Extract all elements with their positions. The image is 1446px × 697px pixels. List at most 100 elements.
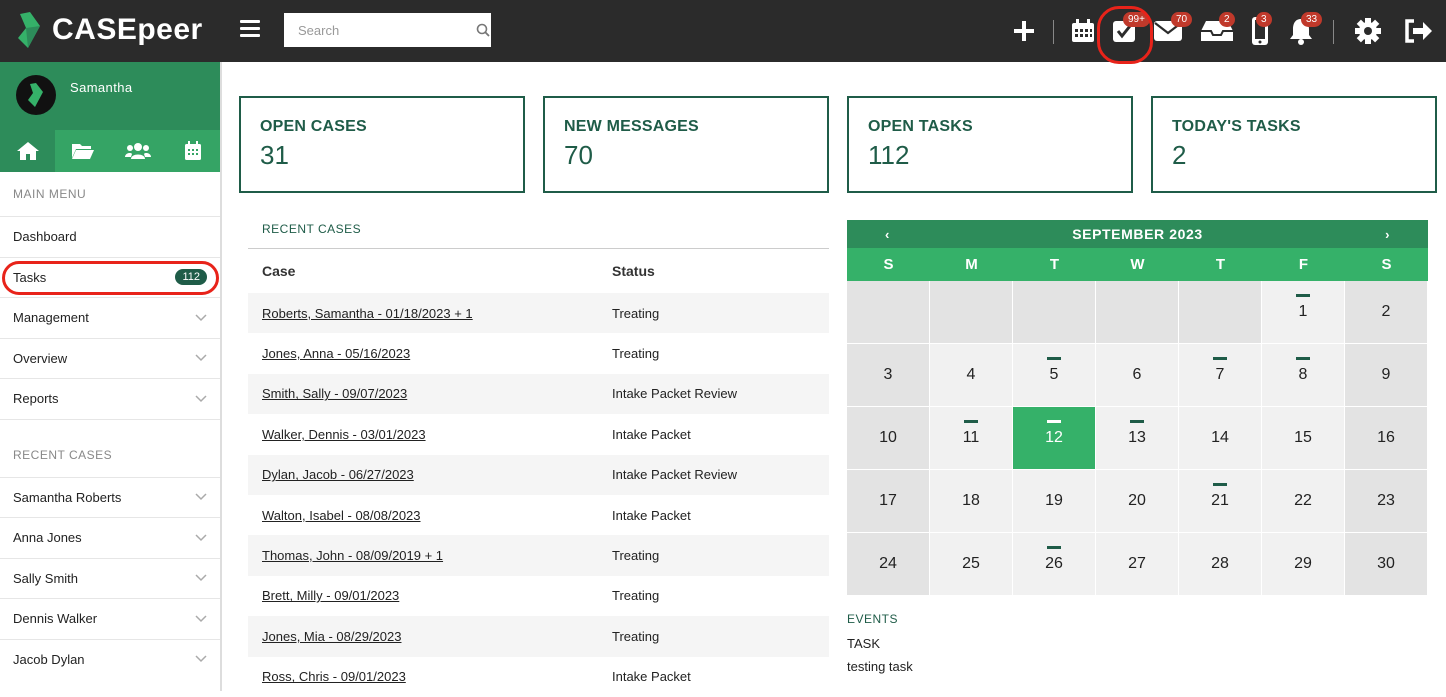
card-new-messages[interactable]: NEW MESSAGES 70 <box>543 96 829 193</box>
case-link[interactable]: Smith, Sally - 09/07/2023 <box>262 386 407 401</box>
calendar-day[interactable]: 15 <box>1262 407 1345 470</box>
case-link[interactable]: Jones, Anna - 05/16/2023 <box>262 346 410 361</box>
logo[interactable]: CASEpeer <box>16 10 203 50</box>
event-marker <box>964 420 978 423</box>
case-link[interactable]: Jones, Mia - 08/29/2023 <box>262 629 401 644</box>
logout-icon[interactable] <box>1402 14 1434 48</box>
messages-icon[interactable]: 70 <box>1153 12 1193 48</box>
case-cell: Smith, Sally - 09/07/2023 <box>248 386 612 401</box>
card-open-tasks[interactable]: OPEN TASKS 112 <box>847 96 1133 193</box>
calendar-day[interactable]: 11 <box>930 407 1013 470</box>
calendar-day[interactable]: 21 <box>1179 470 1262 533</box>
calendar-next-button[interactable]: › <box>1385 227 1390 242</box>
card-value: 112 <box>868 140 910 170</box>
case-link[interactable]: Walker, Dennis - 03/01/2023 <box>262 427 426 442</box>
home-icon <box>16 142 39 160</box>
sidebar-recent-case[interactable]: Dennis Walker <box>0 598 220 639</box>
calendar-day[interactable]: 13 <box>1096 407 1179 470</box>
calendar-day[interactable]: 30 <box>1345 533 1428 596</box>
case-link[interactable]: Walton, Isabel - 08/08/2023 <box>262 508 421 523</box>
inbox-icon[interactable]: 2 <box>1200 12 1235 48</box>
calendar-day[interactable]: 16 <box>1345 407 1428 470</box>
notifications-bell-icon[interactable]: 33 <box>1287 12 1323 48</box>
sidebar-item-reports[interactable]: Reports <box>0 378 220 419</box>
events-title: EVENTS <box>847 612 899 626</box>
search-box <box>284 13 491 47</box>
card-todays-tasks[interactable]: TODAY'S TASKS 2 <box>1151 96 1437 193</box>
calendar-day[interactable]: 10 <box>847 407 930 470</box>
calendar-day[interactable]: 9 <box>1345 344 1428 407</box>
sidebar-item-tasks[interactable]: Tasks 112 <box>0 256 220 298</box>
tab-home[interactable] <box>0 130 55 172</box>
calendar-empty-cell <box>1013 281 1096 344</box>
calendar-day[interactable]: 19 <box>1013 470 1096 533</box>
calendar-day[interactable]: 22 <box>1262 470 1345 533</box>
calendar-icon[interactable] <box>1068 14 1098 48</box>
tasks-count-badge: 112 <box>175 269 207 286</box>
table-body: Roberts, Samantha - 01/18/2023 + 1 Treati… <box>248 293 829 697</box>
avatar[interactable] <box>16 75 56 115</box>
calendar-day[interactable]: 14 <box>1179 407 1262 470</box>
sidebar-recent-case[interactable]: Jacob Dylan <box>0 638 220 680</box>
calendar-day[interactable]: 28 <box>1179 533 1262 596</box>
phone-icon[interactable]: 3 <box>1248 12 1272 48</box>
calendar-day[interactable]: 24 <box>847 533 930 596</box>
calendar-day[interactable]: 5 <box>1013 344 1096 407</box>
calendar-day[interactable]: 29 <box>1262 533 1345 596</box>
day-number: 21 <box>1211 492 1229 509</box>
weekday-label: T <box>1049 256 1060 273</box>
calendar-day[interactable]: 1 <box>1262 281 1345 344</box>
calendar-day[interactable]: 3 <box>847 344 930 407</box>
sidebar-tabs <box>0 130 220 172</box>
calendar-day[interactable]: 2 <box>1345 281 1428 344</box>
calendar-day-today[interactable]: 12 <box>1013 407 1096 470</box>
calendar-day[interactable]: 25 <box>930 533 1013 596</box>
sidebar-item-management[interactable]: Management <box>0 297 220 338</box>
case-link[interactable]: Roberts, Samantha - 01/18/2023 + 1 <box>262 306 473 321</box>
tab-contacts[interactable] <box>110 130 165 172</box>
case-link[interactable]: Dylan, Jacob - 06/27/2023 <box>262 467 414 482</box>
day-number: 23 <box>1377 492 1395 509</box>
tasks-icon[interactable]: 99+ <box>1109 12 1150 48</box>
calendar-day[interactable]: 8 <box>1262 344 1345 407</box>
calendar-day[interactable]: 6 <box>1096 344 1179 407</box>
calendar-day[interactable]: 18 <box>930 470 1013 533</box>
search-icon[interactable] <box>474 23 491 37</box>
day-number: 16 <box>1377 429 1395 446</box>
calendar-day[interactable]: 27 <box>1096 533 1179 596</box>
calendar-day[interactable]: 7 <box>1179 344 1262 407</box>
calendar-day[interactable]: 17 <box>847 470 930 533</box>
day-number: 14 <box>1211 429 1229 446</box>
day-number: 22 <box>1294 492 1312 509</box>
calendar-prev-button[interactable]: ‹ <box>885 227 890 242</box>
card-open-cases[interactable]: OPEN CASES 31 <box>239 96 525 193</box>
chevron-down-icon <box>195 655 207 663</box>
calendar-day[interactable]: 23 <box>1345 470 1428 533</box>
settings-gear-icon[interactable] <box>1353 14 1383 48</box>
case-link[interactable]: Brett, Milly - 09/01/2023 <box>262 588 399 603</box>
chevron-down-icon <box>195 354 207 362</box>
sidebar-recent-case[interactable]: Sally Smith <box>0 557 220 599</box>
calendar-day[interactable]: 26 <box>1013 533 1096 596</box>
tab-cases[interactable] <box>55 130 110 172</box>
status-cell: Intake Packet <box>612 669 691 685</box>
tab-calendar[interactable] <box>165 130 220 172</box>
chevron-down-icon <box>195 615 207 622</box>
sidebar-recent-case[interactable]: Samantha Roberts <box>0 476 220 518</box>
sidebar-recent-case[interactable]: Anna Jones <box>0 517 220 558</box>
search-input[interactable] <box>284 13 474 47</box>
case-link[interactable]: Ross, Chris - 09/01/2023 <box>262 669 406 684</box>
case-link[interactable]: Thomas, John - 08/09/2019 + 1 <box>262 548 443 563</box>
day-number: 5 <box>1049 366 1059 383</box>
card-title: OPEN TASKS <box>868 118 973 135</box>
calendar-header: ‹ SEPTEMBER 2023 › <box>847 220 1428 248</box>
hamburger-menu-icon[interactable] <box>240 20 260 38</box>
table-row: Jones, Anna - 05/16/2023 Treating <box>248 333 829 373</box>
messages-badge: 70 <box>1171 12 1193 27</box>
calendar-day[interactable]: 20 <box>1096 470 1179 533</box>
sidebar-item-overview[interactable]: Overview <box>0 337 220 379</box>
add-icon[interactable] <box>1010 14 1038 48</box>
calendar-day[interactable]: 4 <box>930 344 1013 407</box>
event-description[interactable]: testing task <box>847 655 1428 678</box>
sidebar-item-dashboard[interactable]: Dashboard <box>0 216 220 257</box>
